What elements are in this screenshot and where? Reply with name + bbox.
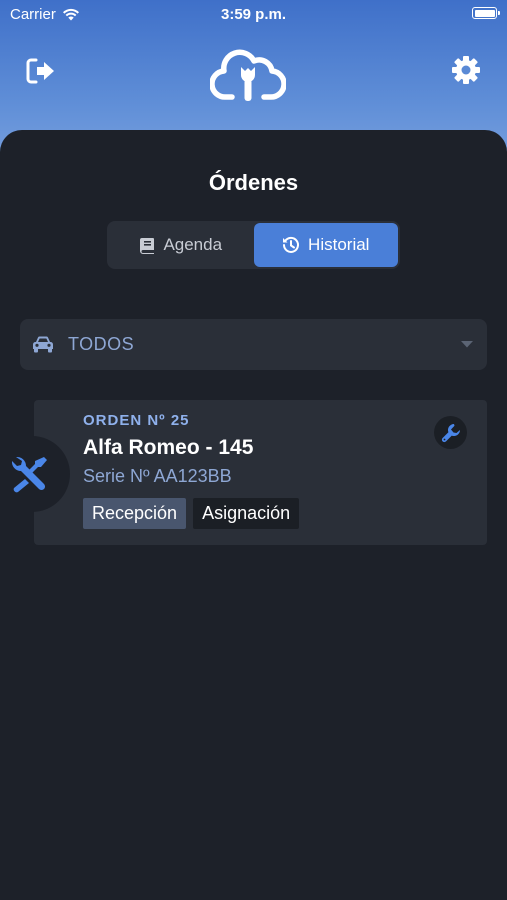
vehicle-filter-value: TODOS xyxy=(68,334,135,354)
orders-tab-switcher: Agenda Historial xyxy=(107,221,400,269)
main-panel: Órdenes Agenda Historial TODOS ORDEN Nº … xyxy=(0,130,507,900)
order-number: ORDEN Nº 25 xyxy=(83,412,190,429)
order-badge xyxy=(0,436,70,512)
order-service-button[interactable] xyxy=(434,416,467,449)
order-stages: Recepción Asignación xyxy=(83,498,300,529)
battery-icon xyxy=(472,7,500,19)
wrench-icon xyxy=(441,423,460,442)
vehicle-filter-select[interactable]: TODOS xyxy=(20,319,487,370)
stage-tag-recepcion: Recepción xyxy=(83,498,187,529)
tab-historial-label: Historial xyxy=(308,235,370,254)
page-title: Órdenes xyxy=(208,170,299,195)
cloud-wrench-icon xyxy=(210,49,286,101)
history-icon xyxy=(283,236,299,253)
app-logo xyxy=(208,44,288,106)
book-icon xyxy=(140,237,155,254)
tools-icon xyxy=(11,456,47,493)
gear-icon xyxy=(452,56,480,84)
order-card[interactable]: ORDEN Nº 25 Alfa Romeo - 145 Serie Nº AA… xyxy=(0,400,487,545)
stage-tag-asignacion: Asignación xyxy=(193,498,300,529)
logout-button[interactable] xyxy=(22,52,60,90)
chevron-down-icon xyxy=(461,341,473,348)
order-serial: Serie Nº AA123BB xyxy=(83,466,232,486)
car-icon xyxy=(32,336,54,353)
tab-agenda-label: Agenda xyxy=(163,235,223,254)
tab-agenda[interactable]: Agenda xyxy=(109,223,254,267)
clock: 3:59 p.m. xyxy=(220,6,287,23)
settings-button[interactable] xyxy=(446,50,486,90)
tab-historial[interactable]: Historial xyxy=(253,223,398,267)
status-bar: Carrier 3:59 p.m. xyxy=(0,0,507,28)
logout-icon xyxy=(26,58,54,84)
order-vehicle: Alfa Romeo - 145 xyxy=(83,436,254,459)
